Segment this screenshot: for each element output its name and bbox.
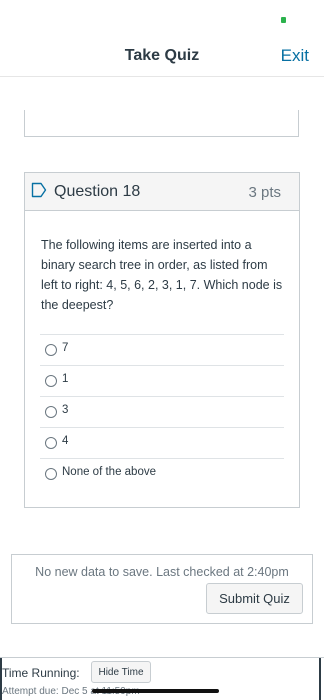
hide-time-button[interactable]: Hide Time xyxy=(91,661,151,683)
home-indicator[interactable] xyxy=(92,689,219,693)
question-text: The following items are inserted into a … xyxy=(41,238,283,312)
answer-label: 7 xyxy=(62,342,69,354)
exit-button[interactable]: Exit xyxy=(281,46,309,66)
previous-question-card xyxy=(24,110,299,137)
timer-bar: Time Running: Hide Time Attempt due: Dec… xyxy=(0,657,324,700)
radio-icon[interactable] xyxy=(45,406,57,418)
answer-option[interactable]: 7 xyxy=(40,334,284,365)
answer-label: 4 xyxy=(62,435,69,447)
quiz-page: Take Quiz Exit Question 18 3 pts The fol… xyxy=(0,0,324,700)
answer-option[interactable]: None of the above xyxy=(40,458,284,489)
radio-icon[interactable] xyxy=(45,375,57,387)
radio-icon[interactable] xyxy=(45,437,57,449)
answer-option[interactable]: 4 xyxy=(40,427,284,458)
answer-label: None of the above xyxy=(62,466,156,478)
time-running-label: Time Running: xyxy=(2,666,80,680)
answer-list: 7 1 3 4 None of the above xyxy=(40,334,284,489)
answer-option[interactable]: 3 xyxy=(40,396,284,427)
question-card: Question 18 3 pts The following items ar… xyxy=(24,172,300,508)
radio-icon[interactable] xyxy=(45,468,57,480)
answer-label: 1 xyxy=(62,373,69,385)
submit-quiz-button[interactable]: Submit Quiz xyxy=(206,583,303,614)
flag-icon[interactable] xyxy=(31,182,47,198)
quiz-footer: No new data to save. Last checked at 2:4… xyxy=(11,554,313,624)
timer-divider xyxy=(319,658,321,700)
save-status: No new data to save. Last checked at 2:4… xyxy=(35,565,289,579)
radio-icon[interactable] xyxy=(45,344,57,356)
page-title: Take Quiz xyxy=(124,47,200,64)
status-indicator-icon xyxy=(281,17,286,23)
question-points: 3 pts xyxy=(248,184,281,201)
header: Take Quiz Exit xyxy=(0,36,324,77)
question-title: Question 18 xyxy=(54,183,141,200)
answer-option[interactable]: 1 xyxy=(40,365,284,396)
answer-label: 3 xyxy=(62,404,69,416)
question-header: Question 18 3 pts xyxy=(25,173,299,211)
